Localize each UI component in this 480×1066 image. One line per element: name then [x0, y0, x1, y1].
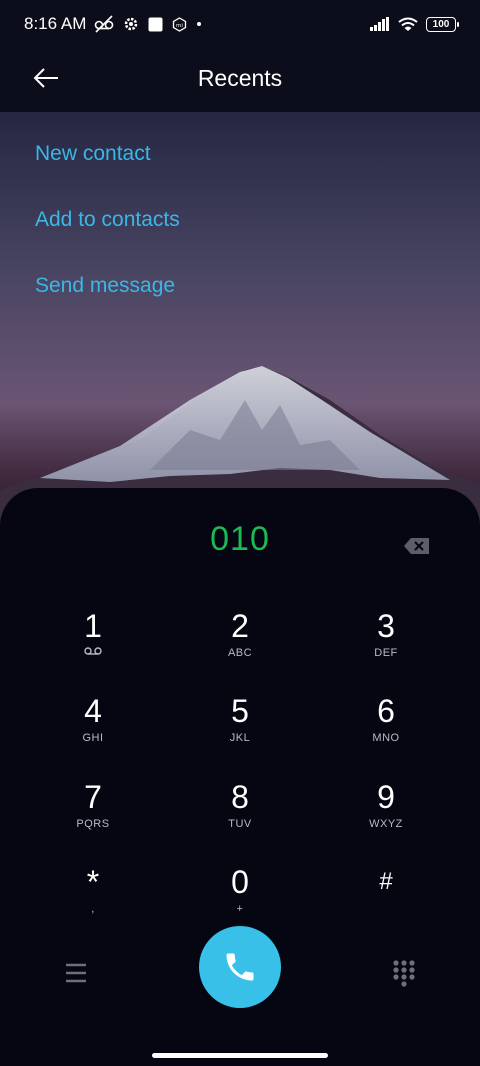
voicemail-muted-icon	[95, 15, 114, 33]
key-letters: ,	[91, 903, 95, 915]
key-letters: PQRS	[76, 818, 110, 830]
back-button[interactable]	[30, 62, 62, 94]
key-9[interactable]: 9 WXYZ	[326, 777, 446, 857]
voicemail-icon	[33, 646, 153, 660]
app-header: Recents	[0, 50, 480, 106]
add-to-contacts-link[interactable]: Add to contacts	[35, 194, 180, 260]
signal-icon	[370, 17, 389, 31]
dialpad-button[interactable]	[390, 959, 418, 987]
status-bar: 8:16 AM mi 100	[0, 0, 480, 48]
key-1[interactable]: 1	[33, 606, 153, 686]
call-button[interactable]	[199, 926, 281, 1008]
key-digit: 6	[377, 693, 395, 729]
key-letters: +	[236, 903, 244, 915]
key-6[interactable]: 6 MNO	[326, 691, 446, 771]
bottom-bar	[0, 925, 480, 1015]
key-digit: 0	[231, 864, 249, 900]
home-indicator[interactable]	[152, 1053, 328, 1058]
wifi-icon	[398, 17, 418, 31]
arrow-left-icon	[33, 68, 58, 88]
key-digit: #	[379, 868, 393, 895]
key-letters: TUV	[228, 818, 252, 830]
menu-button[interactable]	[62, 961, 90, 985]
square-icon	[148, 17, 163, 31]
key-letters: DEF	[374, 647, 398, 659]
phone-icon	[226, 953, 254, 981]
send-message-link[interactable]: Send message	[35, 260, 180, 326]
dialpad-icon	[393, 960, 415, 987]
key-digit: 7	[84, 779, 102, 815]
key-5[interactable]: 5 JKL	[180, 691, 300, 771]
battery-level: 100	[432, 18, 450, 30]
key-letters: MNO	[372, 732, 400, 744]
status-time: 8:16 AM	[24, 14, 87, 33]
new-contact-link[interactable]: New contact	[35, 128, 180, 194]
battery-icon: 100	[426, 16, 459, 32]
page-title: Recents	[197, 64, 283, 91]
key-8[interactable]: 8 TUV	[180, 777, 300, 857]
backspace-button[interactable]	[403, 536, 431, 556]
key-digit: 2	[231, 608, 249, 644]
key-letters: ABC	[227, 647, 253, 659]
key-digit: 8	[231, 779, 249, 815]
dot-icon	[197, 22, 202, 26]
key-digit: 1	[84, 608, 102, 644]
action-list: New contact Add to contacts Send message	[35, 128, 180, 326]
key-7[interactable]: 7 PQRS	[33, 777, 153, 857]
key-3[interactable]: 3 DEF	[326, 606, 446, 686]
key-4[interactable]: 4 GHI	[33, 691, 153, 771]
key-letters: GHI	[82, 732, 104, 744]
backspace-icon	[404, 538, 429, 554]
mi-icon: mi	[173, 16, 187, 32]
settings-icon	[125, 17, 138, 31]
key-digit: 4	[84, 693, 102, 729]
key-digit: 9	[377, 779, 395, 815]
svg-text:mi: mi	[176, 23, 183, 29]
key-digit: 5	[231, 693, 249, 729]
menu-icon	[66, 963, 86, 983]
key-2[interactable]: 2 ABC	[180, 606, 300, 686]
key-digit: 3	[377, 608, 395, 644]
key-digit: *	[86, 864, 100, 900]
key-letters: JKL	[229, 732, 251, 744]
key-letters: WXYZ	[369, 818, 403, 830]
